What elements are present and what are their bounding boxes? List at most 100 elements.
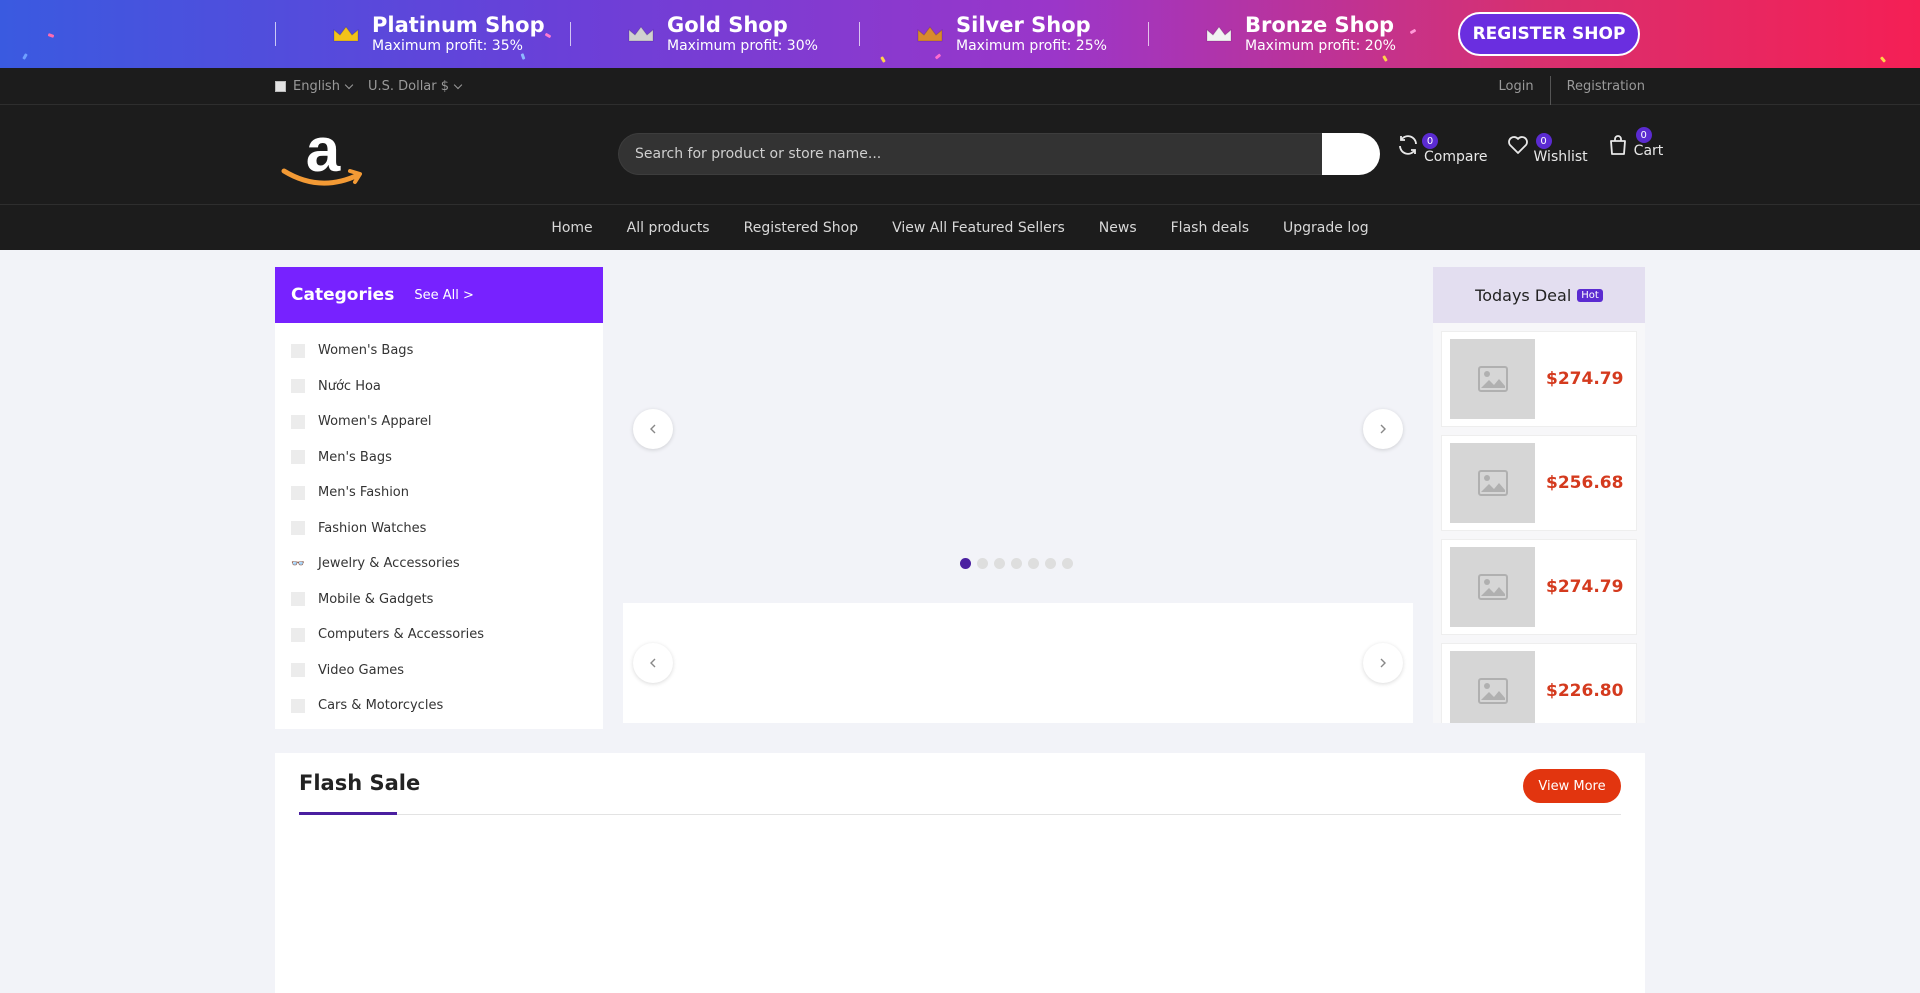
deal-card[interactable]: $274.79 xyxy=(1441,331,1637,427)
category-label: Fashion Watches xyxy=(318,520,427,536)
wishlist-label: Wishlist xyxy=(1533,149,1588,165)
tier-name: Platinum Shop xyxy=(372,13,545,37)
chevron-right-icon xyxy=(1380,424,1386,434)
slider-next-button[interactable] xyxy=(1363,409,1403,449)
nav-home[interactable]: Home xyxy=(534,220,609,236)
category-item[interactable]: 👓 Jewelry & Accessories xyxy=(275,546,603,582)
product-image-placeholder xyxy=(1450,339,1535,419)
category-item[interactable]: Cars & Motorcycles xyxy=(275,688,603,724)
slider-dot[interactable] xyxy=(960,558,971,569)
deal-card[interactable]: $226.80 xyxy=(1441,643,1637,723)
nav-view-all-featured-sellers[interactable]: View All Featured Sellers xyxy=(875,220,1082,236)
slider-dot[interactable] xyxy=(1011,558,1022,569)
tier-text: Platinum Shop Maximum profit: 35% xyxy=(372,13,545,55)
deal-price: $256.68 xyxy=(1546,473,1624,493)
deal-price: $274.79 xyxy=(1546,577,1624,597)
category-label: Women's Apparel xyxy=(318,414,432,430)
see-all-link[interactable]: See All > xyxy=(414,288,474,303)
currency-label: U.S. Dollar $ xyxy=(367,79,450,94)
promo-banner: Platinum Shop Maximum profit: 35% Gold Sho… xyxy=(0,0,1920,68)
currency-selector[interactable]: U.S. Dollar $ xyxy=(367,79,463,94)
categories-header: Categories See All > xyxy=(275,267,603,323)
category-item[interactable]: Men's Fashion xyxy=(275,475,603,511)
svg-text:a: a xyxy=(306,119,341,185)
divider xyxy=(299,814,1621,815)
slider-dots xyxy=(960,558,1079,569)
wishlist-button[interactable]: 0 Wishlist xyxy=(1506,133,1588,165)
search-button[interactable] xyxy=(1322,133,1380,175)
deal-card[interactable]: $256.68 xyxy=(1441,435,1637,531)
nav-registered-shop[interactable]: Registered Shop xyxy=(727,220,876,236)
registration-link[interactable]: Registration xyxy=(1551,79,1645,94)
image-placeholder-icon xyxy=(1477,574,1508,600)
category-label: Nước Hoa xyxy=(318,378,381,394)
category-icon xyxy=(291,592,305,607)
crown-icon xyxy=(627,25,655,43)
nav-flash-deals[interactable]: Flash deals xyxy=(1154,220,1266,236)
nav-news[interactable]: News xyxy=(1082,220,1154,236)
slider-dot[interactable] xyxy=(1028,558,1039,569)
category-item[interactable]: Video Games xyxy=(275,653,603,689)
category-icon xyxy=(291,343,305,358)
shop-tiers: Platinum Shop Maximum profit: 35% Gold Sho… xyxy=(275,0,1418,68)
amazon-logo-icon: a xyxy=(281,116,362,186)
category-label: Women's Bags xyxy=(318,343,414,359)
language-label: English xyxy=(293,79,340,94)
slider-dot[interactable] xyxy=(994,558,1005,569)
login-link[interactable]: Login xyxy=(1483,79,1550,94)
view-more-button[interactable]: View More xyxy=(1523,769,1621,803)
nav-upgrade-log[interactable]: Upgrade log xyxy=(1266,220,1386,236)
wishlist-count-badge: 0 xyxy=(1535,133,1552,149)
category-item[interactable]: Men's Bags xyxy=(275,440,603,476)
tier-name: Bronze Shop xyxy=(1245,13,1395,37)
cart-button[interactable]: 0 Cart xyxy=(1606,127,1663,159)
flag-icon xyxy=(275,81,286,92)
confetti xyxy=(22,53,28,60)
compare-button[interactable]: 0 Compare xyxy=(1396,133,1488,165)
crown-icon xyxy=(332,25,360,43)
slider-dot[interactable] xyxy=(977,558,988,569)
brand-next-button[interactable] xyxy=(1363,643,1403,683)
tier-bronze-shop: Bronze Shop Maximum profit: 20% xyxy=(1148,0,1418,68)
divider xyxy=(570,22,571,46)
slider-dot[interactable] xyxy=(1062,558,1073,569)
category-item[interactable]: Women's Bags xyxy=(275,333,603,369)
cart-count-badge: 0 xyxy=(1635,127,1652,143)
product-image-placeholder xyxy=(1450,547,1535,627)
category-item[interactable]: Mobile & Gadgets xyxy=(275,582,603,618)
search-input[interactable] xyxy=(618,133,1322,175)
register-shop-button[interactable]: REGISTER SHOP xyxy=(1458,12,1640,56)
brand-prev-button[interactable] xyxy=(633,643,673,683)
confetti xyxy=(1879,56,1887,63)
language-selector[interactable]: English xyxy=(275,79,354,94)
slider-prev-button[interactable] xyxy=(633,409,673,449)
category-item[interactable]: Computers & Accessories xyxy=(275,617,603,653)
image-placeholder-icon xyxy=(1477,678,1508,704)
category-icon xyxy=(291,379,305,394)
tier-text: Bronze Shop Maximum profit: 20% xyxy=(1245,13,1396,55)
site-logo[interactable]: a xyxy=(280,116,366,191)
deal-price: $274.79 xyxy=(1546,369,1624,389)
earrings-icon: 👓 xyxy=(291,557,305,571)
tier-gold-shop: Gold Shop Maximum profit: 30% xyxy=(570,0,859,68)
category-item[interactable]: Nước Hoa xyxy=(275,369,603,405)
tier-profit: Maximum profit: 25% xyxy=(956,38,1107,54)
refresh-icon xyxy=(1399,135,1417,155)
compare-label: Compare xyxy=(1424,149,1488,165)
flash-sale-title: Flash Sale xyxy=(299,771,421,795)
categories-panel: Categories See All > Women's Bags Nước Ho… xyxy=(275,267,603,729)
heart-icon xyxy=(1507,136,1528,154)
category-item[interactable]: Fashion Watches xyxy=(275,511,603,547)
confetti xyxy=(47,33,55,38)
category-label: Cars & Motorcycles xyxy=(318,698,444,714)
nav-all-products[interactable]: All products xyxy=(610,220,727,236)
tier-profit: Maximum profit: 20% xyxy=(1245,38,1396,54)
slider-dot[interactable] xyxy=(1045,558,1056,569)
deal-card[interactable]: $274.79 xyxy=(1441,539,1637,635)
category-item[interactable]: Women's Apparel xyxy=(275,404,603,440)
chevron-down-icon xyxy=(344,80,354,90)
category-label: Men's Fashion xyxy=(318,485,409,501)
tier-text: Gold Shop Maximum profit: 30% xyxy=(667,13,818,55)
category-icon xyxy=(291,485,305,500)
todays-deal-header: Todays Deal Hot xyxy=(1433,267,1645,323)
